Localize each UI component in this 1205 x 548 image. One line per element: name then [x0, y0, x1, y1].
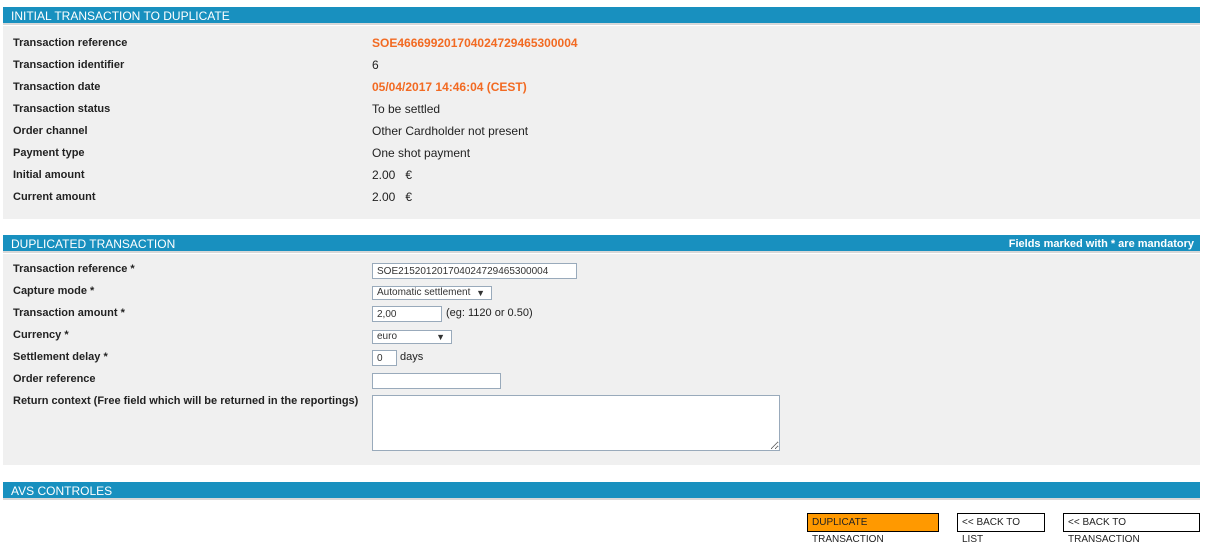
- order-ref-label: Order reference: [13, 373, 96, 385]
- label: Initial amount: [13, 169, 85, 181]
- info-row: Transaction status To be settled: [13, 99, 1193, 119]
- value: 2.00 €: [372, 168, 413, 182]
- dropdown-arrow-icon: ▼: [436, 332, 445, 342]
- info-row: Order channel Other Cardholder not presen…: [13, 121, 1193, 141]
- settlement-delay-input[interactable]: [372, 350, 397, 366]
- info-row: Transaction identifier 6: [13, 55, 1193, 75]
- avs-section-header[interactable]: AVS CONTROLES: [3, 482, 1200, 500]
- order-reference-input[interactable]: [372, 373, 501, 389]
- value: One shot payment: [372, 146, 471, 160]
- label: Payment type: [13, 147, 85, 159]
- info-row: Payment type One shot payment: [13, 143, 1193, 163]
- info-row: Transaction reference SOE4666992017040247…: [13, 33, 1193, 53]
- label: Transaction date: [13, 81, 101, 93]
- value: Other Cardholder not present: [372, 124, 529, 138]
- delay-unit: days: [400, 351, 424, 363]
- return-context-label: Return context (Free field which will be…: [13, 395, 359, 407]
- section-title: DUPLICATED TRANSACTION: [11, 237, 176, 251]
- label: Transaction reference: [13, 37, 128, 49]
- label: Transaction status: [13, 103, 111, 115]
- duplicated-transaction-panel: Transaction reference * Capture mode * A…: [3, 254, 1200, 465]
- currency-select[interactable]: euro ▼: [372, 330, 452, 344]
- back-to-transaction-button[interactable]: << BACK TO TRANSACTION: [1063, 513, 1200, 545]
- capture-label: Capture mode *: [13, 285, 95, 297]
- dropdown-arrow-icon: ▼: [476, 288, 485, 298]
- info-row: Initial amount 2.00 €: [13, 165, 1193, 185]
- selected-value: euro: [377, 331, 398, 342]
- info-row: Current amount 2.00 €: [13, 187, 1193, 207]
- value: SOE466699201704024729465300004: [372, 36, 578, 50]
- value: To be settled: [372, 102, 441, 116]
- info-row: Transaction date 05/04/2017 14:46:04 (CES…: [13, 77, 1193, 97]
- reference-label: Transaction reference *: [13, 263, 135, 275]
- delay-label: Settlement delay *: [13, 351, 108, 363]
- label: Transaction identifier: [13, 59, 125, 71]
- amount-label: Transaction amount *: [13, 307, 125, 319]
- amount-hint: (eg: 1120 or 0.50): [446, 307, 533, 319]
- duplicate-transaction-button[interactable]: DUPLICATE TRANSACTION: [807, 513, 939, 545]
- label: Order channel: [13, 125, 88, 137]
- section-title: INITIAL TRANSACTION TO DUPLICATE: [11, 9, 230, 23]
- section-title: AVS CONTROLES: [11, 484, 113, 498]
- value: 6: [372, 58, 379, 72]
- initial-section-header: INITIAL TRANSACTION TO DUPLICATE: [3, 7, 1200, 25]
- mandatory-note: Fields marked with * are mandatory: [1008, 238, 1194, 250]
- transaction-reference-input[interactable]: [372, 263, 577, 279]
- value: 05/04/2017 14:46:04 (CEST): [372, 80, 527, 94]
- selected-value: Automatic settlement: [377, 287, 471, 298]
- value: 2.00 €: [372, 190, 413, 204]
- capture-mode-select[interactable]: Automatic settlement ▼: [372, 286, 492, 300]
- duplicated-section-header: DUPLICATED TRANSACTION Fields marked with…: [3, 235, 1200, 253]
- currency-label: Currency *: [13, 329, 69, 341]
- transaction-amount-input[interactable]: [372, 306, 442, 322]
- return-context-textarea[interactable]: [372, 395, 780, 451]
- label: Current amount: [13, 191, 96, 203]
- back-to-list-button[interactable]: << BACK TO LIST: [957, 513, 1045, 545]
- initial-transaction-panel: Transaction reference SOE4666992017040247…: [3, 26, 1200, 219]
